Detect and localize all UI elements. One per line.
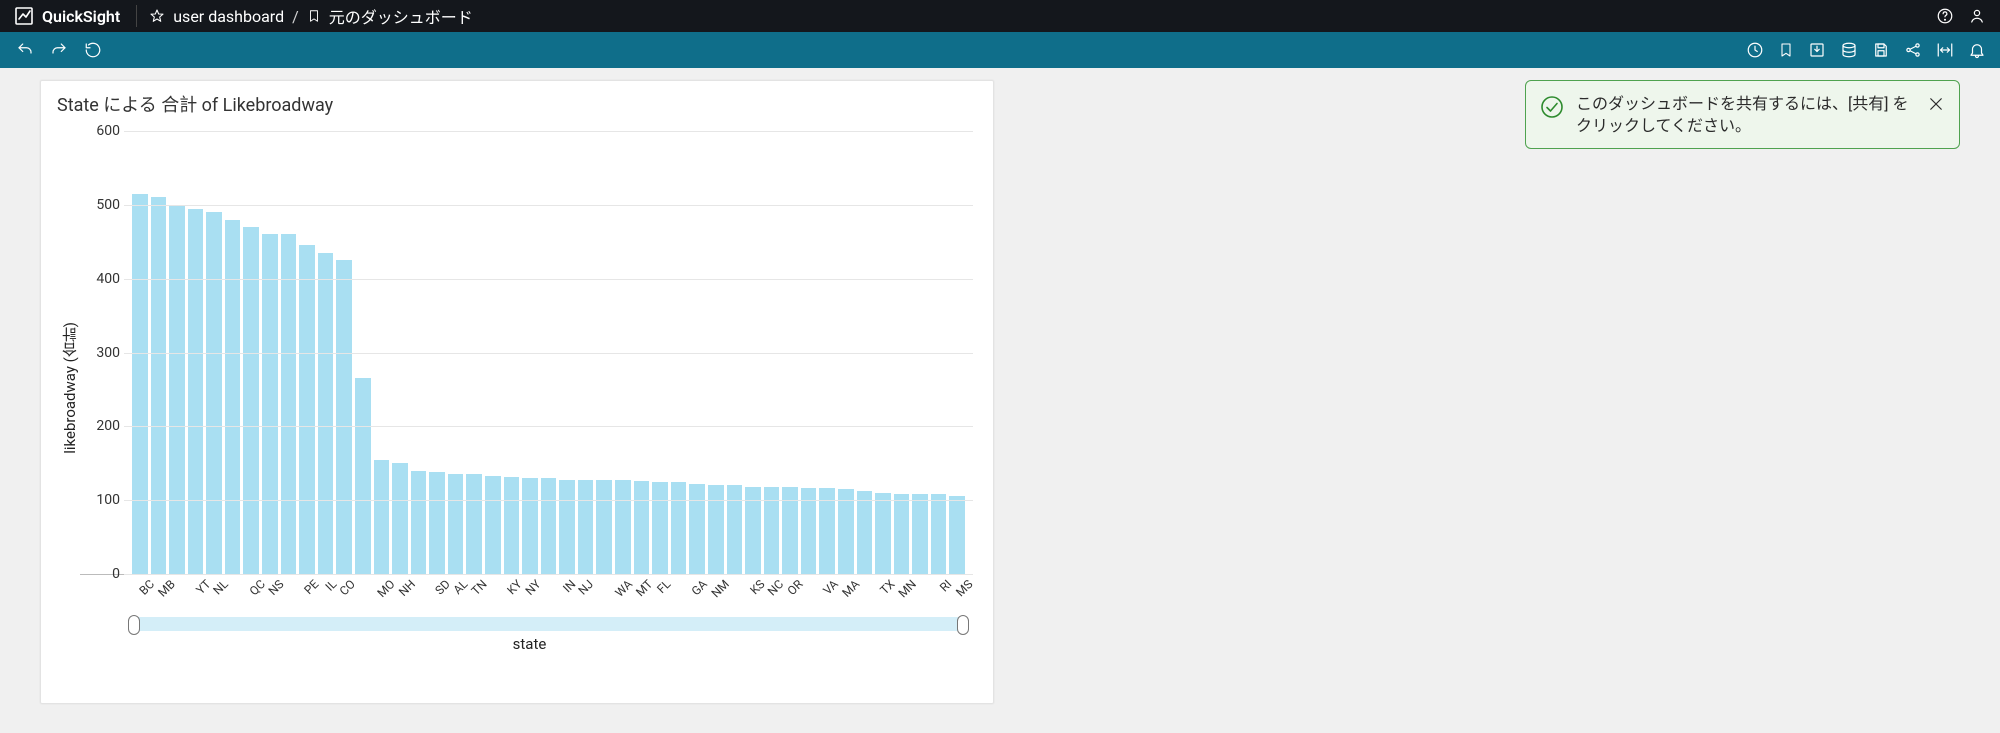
breadcrumb-item-2[interactable]: 元のダッシュボード: [329, 4, 473, 28]
bar[interactable]: [894, 494, 910, 574]
range-handle-right[interactable]: [957, 615, 969, 635]
brand-name: QuickSight: [42, 7, 120, 26]
breadcrumb-sep: /: [292, 7, 299, 26]
bar[interactable]: [727, 485, 743, 574]
bar[interactable]: [671, 482, 687, 574]
user-icon[interactable]: [1968, 7, 1986, 25]
bar[interactable]: [838, 489, 854, 574]
share-hint-toast: このダッシュボードを共有するには、[共有] をクリックしてください。: [1525, 80, 1960, 149]
bar[interactable]: [188, 209, 204, 574]
bar[interactable]: [875, 493, 891, 574]
save-icon[interactable]: [1872, 41, 1890, 59]
y-tick: 500: [80, 197, 120, 213]
bar[interactable]: [151, 197, 167, 574]
bar[interactable]: [615, 480, 631, 575]
redo-icon[interactable]: [50, 41, 68, 59]
y-tick: 600: [80, 123, 120, 139]
y-tick: 100: [80, 492, 120, 508]
bar[interactable]: [336, 260, 352, 574]
bar[interactable]: [541, 478, 557, 574]
range-handle-left[interactable]: [128, 615, 140, 635]
bookmark-icon[interactable]: [307, 8, 321, 24]
toast-message: このダッシュボードを共有するには、[共有] をクリックしてください。: [1576, 93, 1915, 136]
star-icon[interactable]: [149, 8, 165, 24]
separator: [136, 5, 137, 27]
chart-plot-area: 0100200300400500600: [80, 131, 973, 575]
chart-title: State による 合計 of Likebroadway: [57, 91, 979, 117]
breadcrumb: user dashboard / 元のダッシュボード: [139, 4, 482, 28]
data-icon[interactable]: [1840, 41, 1858, 59]
bar[interactable]: [318, 253, 334, 574]
bar[interactable]: [392, 463, 408, 574]
bookmark2-icon[interactable]: [1778, 41, 1794, 59]
quicksight-logo-icon: [14, 6, 34, 26]
close-icon[interactable]: [1927, 95, 1945, 117]
clock-icon[interactable]: [1746, 41, 1764, 59]
bar[interactable]: [355, 378, 371, 574]
bar[interactable]: [522, 478, 538, 574]
bar[interactable]: [206, 212, 222, 574]
bar[interactable]: [466, 474, 482, 574]
bar[interactable]: [578, 480, 594, 575]
breadcrumb-item-1[interactable]: user dashboard: [173, 7, 284, 26]
bar[interactable]: [374, 460, 390, 574]
undo-icon[interactable]: [16, 41, 34, 59]
reset-icon[interactable]: [84, 41, 102, 59]
y-tick: 300: [80, 345, 120, 361]
bar[interactable]: [689, 484, 705, 574]
chart-card: State による 合計 of Likebroadway likebroadwa…: [40, 80, 994, 704]
x-tick: MS: [953, 577, 982, 606]
brand: QuickSight: [0, 0, 134, 32]
range-slider[interactable]: [132, 617, 965, 631]
y-tick: 200: [80, 418, 120, 434]
bar[interactable]: [912, 494, 928, 574]
x-axis-label: state: [80, 631, 979, 653]
bar[interactable]: [634, 481, 650, 574]
download-icon[interactable]: [1808, 41, 1826, 59]
bar[interactable]: [281, 234, 297, 574]
success-icon: [1540, 95, 1564, 123]
fit-width-icon[interactable]: [1936, 41, 1954, 59]
bar[interactable]: [262, 234, 278, 574]
help-icon[interactable]: [1936, 7, 1954, 25]
bar[interactable]: [299, 245, 315, 574]
bar[interactable]: [819, 488, 835, 574]
bar[interactable]: [652, 482, 668, 574]
bar[interactable]: [485, 476, 501, 574]
bar[interactable]: [857, 491, 873, 574]
bar[interactable]: [225, 220, 241, 574]
x-ticks: BCMBYTNLQCNSPEILCOMONHSDALTNKYNYINNJWAMT…: [132, 577, 965, 601]
bar[interactable]: [949, 496, 965, 574]
bar[interactable]: [504, 477, 520, 574]
y-tick: 400: [80, 271, 120, 287]
y-tick: 0: [80, 566, 120, 582]
bar[interactable]: [708, 485, 724, 574]
bar[interactable]: [559, 480, 575, 575]
share-icon[interactable]: [1904, 41, 1922, 59]
bar[interactable]: [429, 472, 445, 574]
bar[interactable]: [931, 494, 947, 574]
y-axis-label: likebroadway (合計): [55, 322, 80, 454]
bar[interactable]: [448, 474, 464, 574]
bar[interactable]: [596, 480, 612, 575]
bell-icon[interactable]: [1968, 41, 1986, 59]
bar[interactable]: [169, 205, 185, 574]
bar[interactable]: [132, 194, 148, 574]
bar[interactable]: [411, 471, 427, 574]
